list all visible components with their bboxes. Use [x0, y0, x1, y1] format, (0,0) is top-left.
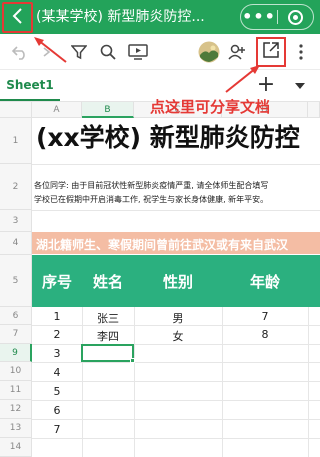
share-icon — [262, 41, 280, 63]
fill-handle[interactable] — [130, 358, 135, 363]
sheet-title: (xx学校) 新型肺炎防控 — [36, 123, 300, 152]
undo-icon[interactable] — [10, 42, 30, 62]
grid-line — [32, 419, 320, 420]
header-no: 序号 — [41, 273, 72, 291]
row-header-3[interactable]: 3 — [0, 210, 32, 232]
grid-line — [32, 210, 320, 211]
avatar[interactable] — [197, 40, 221, 64]
row-header-5[interactable]: 5 — [0, 255, 32, 307]
cell-name[interactable]: 李四 — [82, 328, 134, 344]
row-header-1[interactable]: 1 — [0, 118, 32, 164]
cell-no[interactable]: 2 — [32, 328, 82, 341]
header-name: 姓名 — [92, 273, 123, 291]
cell-no[interactable]: 3 — [32, 347, 82, 360]
row-header-12[interactable]: 12 — [0, 400, 32, 419]
cell-age[interactable]: 7 — [222, 310, 308, 323]
more-button[interactable]: ••• — [241, 5, 277, 29]
sheet-menu-button[interactable] — [286, 70, 314, 101]
search-icon[interactable] — [99, 42, 117, 62]
row-header-9[interactable]: 9 — [0, 344, 32, 362]
grid-line — [32, 164, 320, 165]
document-title: (某某学校) 新型肺炎防控... — [36, 9, 205, 25]
column-header-a[interactable]: A — [32, 102, 82, 118]
cell-no[interactable]: 6 — [32, 404, 82, 417]
grid-line — [32, 381, 320, 382]
share-button[interactable] — [256, 37, 286, 67]
close-ring-icon — [288, 9, 303, 25]
cell-gender[interactable]: 女 — [134, 328, 222, 344]
row-header-7[interactable]: 7 — [0, 325, 32, 344]
cell-no[interactable]: 7 — [32, 423, 82, 436]
cell-no[interactable]: 5 — [32, 385, 82, 398]
cell-gender[interactable]: 男 — [134, 310, 222, 326]
row-header-6[interactable]: 6 — [0, 307, 32, 325]
cell-age[interactable]: 8 — [222, 328, 308, 341]
select-all-corner[interactable] — [0, 102, 32, 118]
row-header-13[interactable]: 13 — [0, 419, 32, 438]
column-header-e[interactable] — [308, 102, 320, 118]
cell-no[interactable]: 1 — [32, 310, 82, 323]
filter-icon[interactable] — [70, 42, 88, 62]
grid-line — [32, 400, 320, 401]
grid-line — [308, 307, 309, 457]
cell-name[interactable]: 张三 — [82, 310, 134, 326]
present-icon[interactable] — [127, 42, 149, 62]
sheet-tab-sheet1[interactable]: Sheet1 — [0, 70, 60, 101]
row-header-2[interactable]: 2 — [0, 164, 32, 210]
selected-cell[interactable] — [81, 344, 134, 362]
mini-program-capsule: ••• — [240, 4, 314, 30]
chevron-left-icon — [12, 7, 24, 28]
row-header-11[interactable]: 11 — [0, 381, 32, 400]
annotation-text: 点这里可分享文档 — [150, 98, 271, 116]
redo-icon[interactable] — [40, 42, 54, 62]
notice-line-2: 学校已在假期中开启消毒工作, 祝学生与家长身体健康, 新年平安。 — [34, 195, 269, 204]
column-header-b[interactable]: B — [82, 102, 134, 118]
grid-line — [32, 438, 320, 439]
row-header-14[interactable]: 14 — [0, 438, 32, 457]
row-header-10[interactable]: 10 — [0, 362, 32, 381]
close-button[interactable] — [278, 9, 313, 25]
title-bar: (某某学校) 新型肺炎防控... ••• — [0, 0, 320, 34]
grid-line — [32, 362, 320, 363]
grid-line — [32, 344, 320, 345]
notice-line-1: 各位同学: 由于目前冠状性新型肺炎疫情严重, 请全体师生配合填写 — [34, 181, 269, 190]
caret-down-icon — [295, 82, 305, 89]
header-age: 年龄 — [249, 273, 280, 291]
row-header-4[interactable]: 4 — [0, 232, 32, 255]
cell-no[interactable]: 4 — [32, 366, 82, 379]
add-user-icon[interactable] — [227, 42, 247, 62]
back-button[interactable] — [2, 2, 33, 33]
add-sheet-button[interactable]: + — [254, 72, 278, 98]
header-gender: 性别 — [162, 273, 193, 291]
notice-band-text: 湖北籍师生、寒假期间曾前往武汉或有来自武汉 — [36, 238, 289, 252]
more-vertical-icon[interactable] — [294, 42, 308, 62]
